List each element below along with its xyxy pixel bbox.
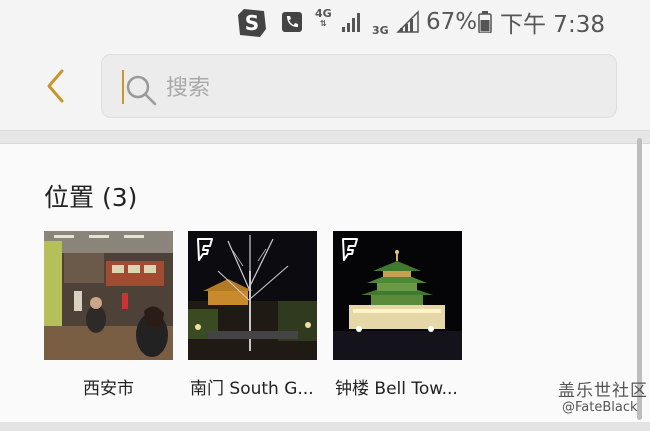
- watermark-author: @FateBlack: [562, 400, 638, 415]
- back-button[interactable]: [38, 64, 74, 108]
- battery-percentage: 67%: [426, 9, 478, 35]
- location-thumbnail-south-gate[interactable]: [188, 231, 317, 360]
- chevron-left-icon: [47, 69, 64, 103]
- search-header: [0, 44, 650, 130]
- location-label: 钟楼 Bell Tow...: [335, 379, 458, 399]
- search-box[interactable]: [101, 54, 617, 118]
- section-title: 位置 (3): [44, 183, 138, 212]
- bottom-divider: [0, 422, 650, 431]
- foursquare-icon: [342, 238, 358, 261]
- status-bar: S 4G ⇅ 3G 67% 下午 7:38: [0, 0, 650, 44]
- location-thumbnail-bell-tower[interactable]: [333, 231, 462, 360]
- section-divider: [0, 130, 650, 144]
- watermark: 盖乐世社区: [558, 381, 648, 401]
- signal-icon: [340, 10, 364, 34]
- search-icon: [126, 75, 157, 106]
- phone-icon: [282, 12, 302, 32]
- clock: 下午 7:38: [500, 12, 605, 38]
- app-s-icon: S: [236, 7, 268, 39]
- location-label: 西安市: [83, 379, 134, 399]
- location-label: 南门 South G...: [190, 379, 314, 399]
- location-photo: [44, 231, 173, 360]
- svg-text:S: S: [245, 11, 259, 35]
- battery-icon: [478, 11, 492, 33]
- foursquare-icon: [197, 238, 213, 261]
- signal-icon-2: [396, 10, 420, 34]
- location-thumbnail-xian[interactable]: [44, 231, 173, 360]
- search-input[interactable]: [164, 69, 598, 107]
